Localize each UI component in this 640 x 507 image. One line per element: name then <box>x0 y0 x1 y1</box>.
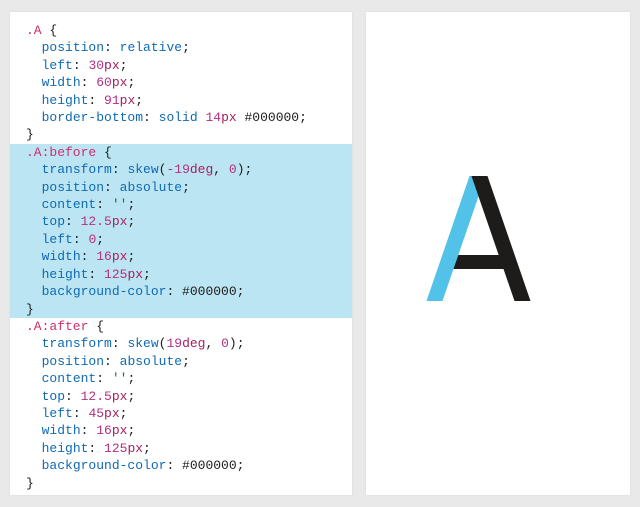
preview-shape-wrap <box>418 164 578 344</box>
code-line[interactable]: width: 16px; <box>10 248 352 265</box>
code-line[interactable]: position: absolute; <box>10 179 352 196</box>
code-line[interactable]: position: absolute; <box>10 353 352 370</box>
code-line[interactable]: height: 125px; <box>10 266 352 283</box>
code-line[interactable]: .A:after { <box>10 318 352 335</box>
code-line[interactable]: left: 45px; <box>10 405 352 422</box>
code-line[interactable]: position: relative; <box>10 39 352 56</box>
code-line[interactable]: } <box>10 475 352 492</box>
code-line[interactable]: height: 125px; <box>10 440 352 457</box>
code-line[interactable]: top: 12.5px; <box>10 388 352 405</box>
preview-panel <box>366 12 630 495</box>
preview-letter-a <box>448 164 508 269</box>
code-line[interactable]: .A:before { <box>10 144 352 161</box>
code-line[interactable]: transform: skew(19deg, 0); <box>10 335 352 352</box>
code-line[interactable]: .A { <box>10 22 352 39</box>
code-line[interactable]: left: 0; <box>10 231 352 248</box>
code-line[interactable]: border-bottom: solid 14px #000000; <box>10 109 352 126</box>
code-line[interactable]: } <box>10 126 352 143</box>
code-line[interactable]: content: ''; <box>10 196 352 213</box>
code-line[interactable]: height: 91px; <box>10 92 352 109</box>
code-panel[interactable]: .A { position: relative; left: 30px; wid… <box>10 12 352 495</box>
panel-container: .A { position: relative; left: 30px; wid… <box>0 0 640 507</box>
css-code-block[interactable]: .A { position: relative; left: 30px; wid… <box>10 22 352 492</box>
code-line[interactable]: background-color: #000000; <box>10 283 352 300</box>
code-line[interactable]: transform: skew(-19deg, 0); <box>10 161 352 178</box>
code-line[interactable]: content: ''; <box>10 370 352 387</box>
code-line[interactable]: width: 60px; <box>10 74 352 91</box>
code-line[interactable]: left: 30px; <box>10 57 352 74</box>
code-line[interactable]: background-color: #000000; <box>10 457 352 474</box>
code-line[interactable]: top: 12.5px; <box>10 213 352 230</box>
code-line[interactable]: } <box>10 301 352 318</box>
code-line[interactable]: width: 16px; <box>10 422 352 439</box>
